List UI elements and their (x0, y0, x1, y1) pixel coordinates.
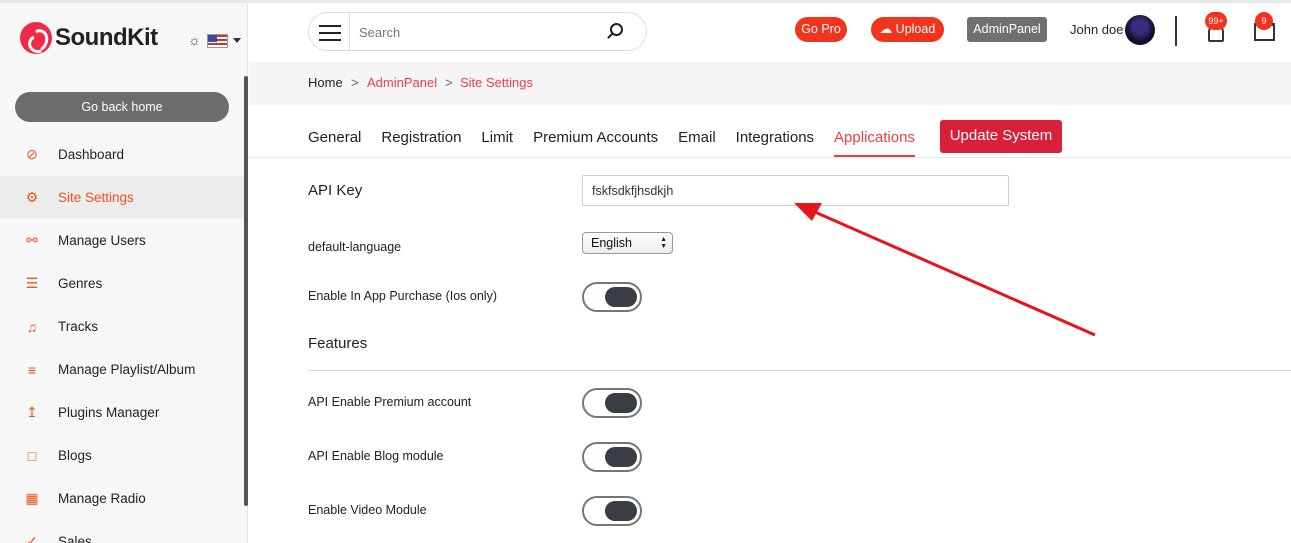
breadcrumb-home[interactable]: Home (308, 75, 343, 90)
sidebar-item-label: Site Settings (58, 190, 134, 205)
hamburger-menu-icon[interactable] (319, 25, 341, 41)
film-icon: ▦ (25, 490, 39, 506)
cart-icon: ✓ (26, 533, 38, 543)
default-language-value: English (591, 236, 632, 250)
api-premium-toggle[interactable] (582, 388, 642, 418)
breadcrumb-separator: > (445, 75, 453, 90)
admin-panel-button[interactable]: AdminPanel (967, 17, 1047, 42)
sidebar-item-label: Manage Users (58, 233, 146, 248)
select-arrows-icon: ▲ ▼ (660, 236, 667, 250)
users-icon: ⚯ (26, 232, 38, 248)
sidebar-item-label: Blogs (58, 448, 92, 463)
gear-icon: ⚙ (25, 189, 39, 205)
sidebar: SoundKit ☼ Go back home ⊘ Dashboard ⚙ Si… (0, 3, 248, 543)
toggle-knob (605, 501, 637, 521)
sidebar-item-manage-users[interactable]: ⚯ Manage Users (0, 219, 244, 262)
note-icon: □ (27, 447, 37, 464)
sidebar-item-genres[interactable]: ☰ Genres (0, 262, 244, 305)
music-note-icon: ♫ (26, 318, 38, 335)
cloud-upload-icon: ☁ (879, 22, 893, 36)
features-divider (308, 370, 1291, 371)
lightbulb-icon[interactable]: ☼ (188, 32, 201, 48)
sidebar-item-manage-playlist-album[interactable]: ≡ Manage Playlist/Album (0, 348, 244, 391)
in-app-purchase-label: Enable In App Purchase (Ios only) (308, 289, 498, 303)
tab-general[interactable]: General (308, 118, 361, 157)
annotation-arrow (794, 203, 1096, 337)
sidebar-item-label: Manage Radio (58, 491, 146, 506)
sidebar-item-manage-radio[interactable]: ▦ Manage Radio (0, 477, 244, 520)
sidebar-item-label: Tracks (58, 319, 98, 334)
tab-registration[interactable]: Registration (381, 118, 461, 157)
list-icon: ☰ (25, 275, 39, 291)
app-name: SoundKit (55, 24, 158, 51)
go-pro-button[interactable]: Go Pro (795, 17, 847, 42)
cart-badge: 9 (1255, 12, 1273, 30)
features-heading: Features (308, 335, 368, 352)
sidebar-item-label: Sales (58, 534, 92, 543)
toggle-knob (605, 447, 637, 467)
tab-premium-accounts[interactable]: Premium Accounts (533, 118, 658, 157)
soundkit-logo-icon (20, 22, 52, 54)
api-blog-toggle[interactable] (582, 442, 642, 472)
playlist-icon: ≡ (27, 361, 37, 378)
us-flag-icon[interactable] (207, 34, 228, 48)
update-system-button[interactable]: Update System (940, 120, 1062, 153)
sidebar-item-label: Manage Playlist/Album (58, 362, 196, 377)
tabs-divider (249, 157, 1291, 158)
sidebar-item-blogs[interactable]: □ Blogs (0, 434, 244, 477)
sidebar-scrollbar[interactable] (244, 76, 248, 506)
sidebar-item-label: Plugins Manager (58, 405, 160, 420)
toggle-knob (605, 393, 637, 413)
settings-tabs: General Registration Limit Premium Accou… (308, 118, 935, 158)
search-divider (349, 13, 350, 50)
notifications-badge: 99+ (1205, 12, 1227, 30)
sidebar-item-sales[interactable]: ✓ Sales (0, 520, 244, 543)
avatar[interactable] (1125, 15, 1155, 45)
default-language-label: default-language (308, 240, 402, 254)
search-icon[interactable] (610, 23, 623, 36)
breadcrumb: Home > AdminPanel > Site Settings (249, 62, 1291, 105)
in-app-purchase-toggle[interactable] (582, 282, 642, 312)
sidebar-item-site-settings[interactable]: ⚙ Site Settings (0, 176, 244, 219)
upload-button[interactable]: ☁ Upload (871, 17, 944, 42)
upload-label: Upload (895, 22, 936, 36)
sidebar-item-plugins-manager[interactable]: ↥ Plugins Manager (0, 391, 244, 434)
breadcrumb-separator: > (351, 75, 359, 90)
go-back-home-button[interactable]: Go back home (15, 92, 229, 122)
app-logo[interactable]: SoundKit (20, 22, 158, 54)
sidebar-item-label: Dashboard (58, 147, 125, 162)
api-premium-label: API Enable Premium account (308, 395, 472, 409)
header-divider (1175, 16, 1177, 46)
tab-email[interactable]: Email (678, 118, 716, 157)
search-input[interactable] (359, 21, 599, 43)
tab-limit[interactable]: Limit (481, 118, 513, 157)
upload-icon: ↥ (26, 404, 38, 420)
sidebar-nav: ⊘ Dashboard ⚙ Site Settings ⚯ Manage Use… (0, 133, 244, 543)
tab-applications[interactable]: Applications (834, 118, 915, 157)
default-language-select[interactable]: English ▲ ▼ (582, 232, 673, 254)
username[interactable]: John doe (1070, 22, 1124, 37)
sidebar-item-label: Genres (58, 276, 103, 291)
video-module-label: Enable Video Module (308, 503, 427, 517)
sidebar-item-tracks[interactable]: ♫ Tracks (0, 305, 244, 348)
tab-integrations[interactable]: Integrations (736, 118, 814, 157)
chevron-down-icon[interactable] (233, 38, 241, 43)
search-bar (308, 12, 647, 51)
api-key-label: API Key (308, 182, 363, 199)
toggle-knob (605, 287, 637, 307)
video-module-toggle[interactable] (582, 496, 642, 526)
breadcrumb-admin-panel[interactable]: AdminPanel (367, 75, 437, 90)
dashboard-icon: ⊘ (26, 146, 38, 162)
breadcrumb-current: Site Settings (460, 75, 533, 90)
api-blog-label: API Enable Blog module (308, 449, 444, 463)
sidebar-item-dashboard[interactable]: ⊘ Dashboard (0, 133, 244, 176)
